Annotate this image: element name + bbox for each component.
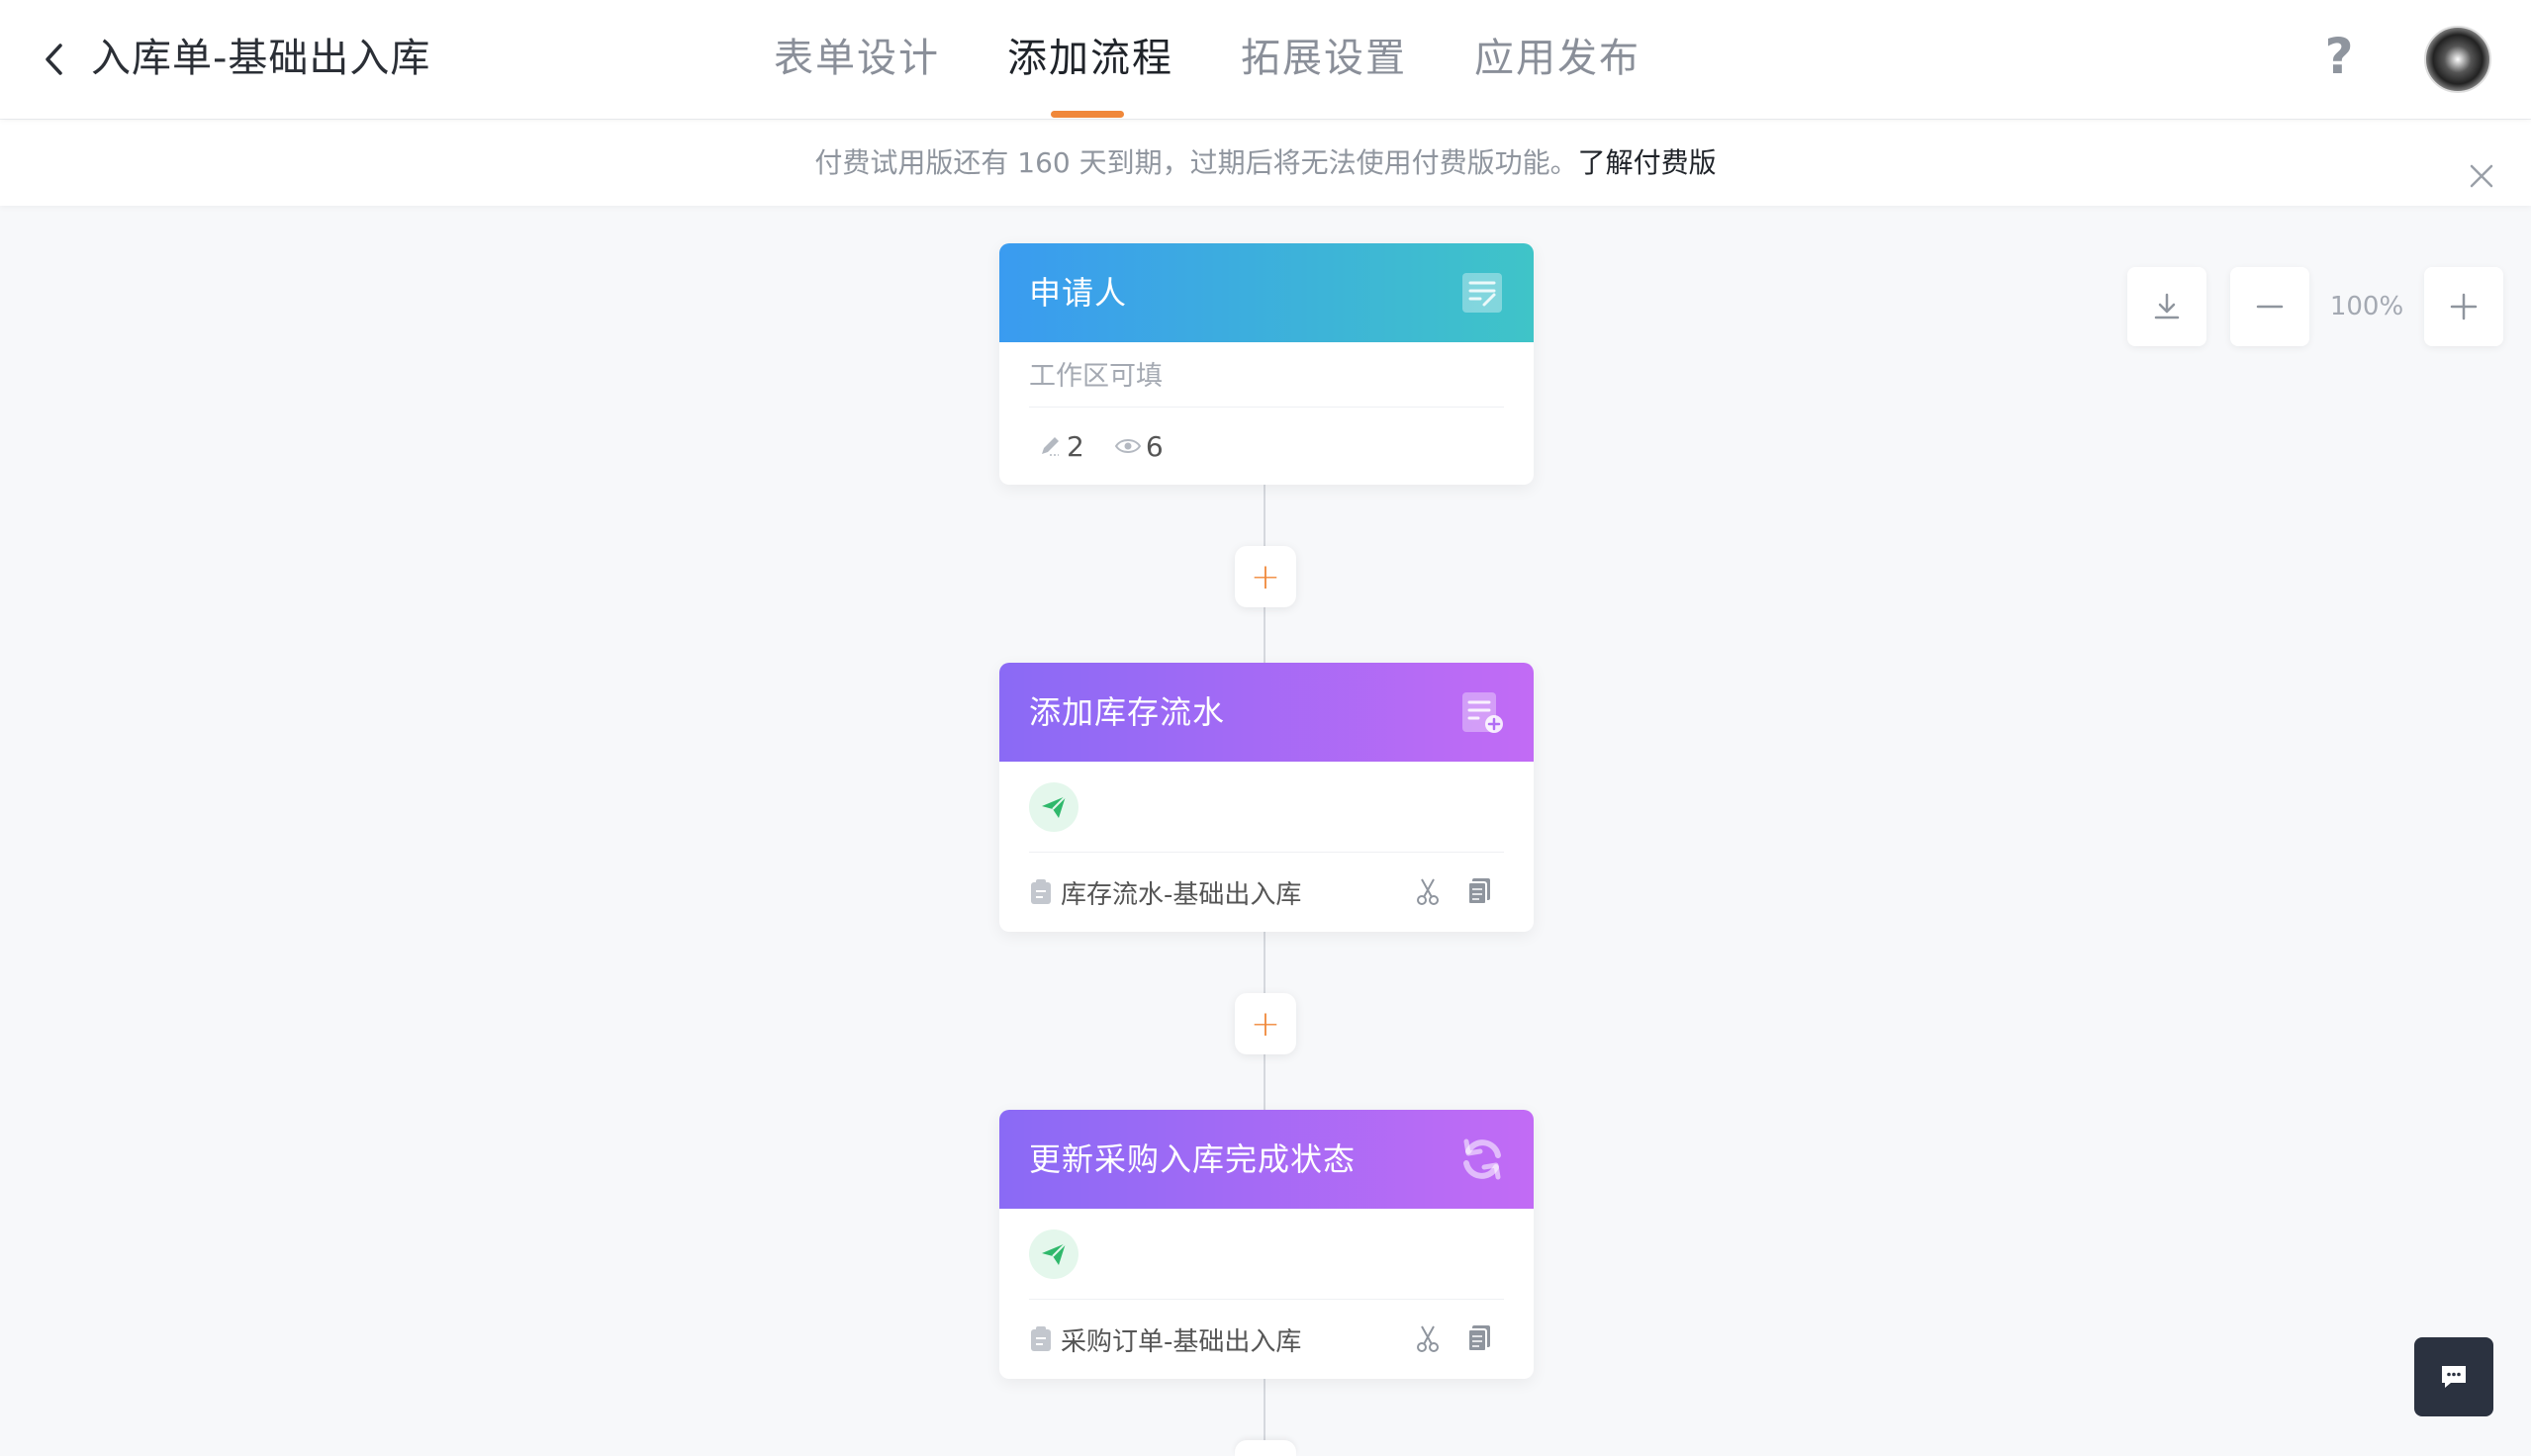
tab-app-publish[interactable]: 应用发布 xyxy=(1474,30,1640,87)
target-form-row: 采购订单-基础出入库 xyxy=(1029,1300,1504,1379)
node-header: 添加库存流水 xyxy=(999,663,1534,762)
copy-icon[interactable] xyxy=(1464,1321,1494,1355)
form-icon xyxy=(1462,273,1502,313)
page-title: 入库单-基础出入库 xyxy=(91,36,431,81)
target-form-row: 库存流水-基础出入库 xyxy=(1029,853,1504,932)
chat-icon xyxy=(2442,1366,2466,1388)
visible-count: 6 xyxy=(1145,429,1164,463)
cut-icon[interactable] xyxy=(1413,874,1443,908)
trial-notice-bar: 付费试用版还有 160 天到期，过期后将无法使用付费版功能。了解付费版 xyxy=(0,119,2531,206)
download-icon xyxy=(2154,293,2180,319)
edit-icon xyxy=(1042,437,1059,456)
copy-icon[interactable] xyxy=(1464,874,1494,908)
eye-icon xyxy=(1114,439,1142,453)
editable-count: 2 xyxy=(1067,429,1084,463)
avatar[interactable] xyxy=(2424,26,2491,93)
top-header: 入库单-基础出入库 表单设计 添加流程 拓展设置 应用发布 ? xyxy=(0,0,2531,119)
zoom-level: 100% xyxy=(2329,292,2404,321)
chat-button[interactable] xyxy=(2414,1337,2493,1416)
node-title: 申请人 xyxy=(1029,274,1128,312)
clipboard-icon xyxy=(1031,879,1051,904)
back-icon[interactable] xyxy=(36,38,71,81)
add-record-icon xyxy=(1462,692,1503,733)
trial-notice-text: 付费试用版还有 160 天到期，过期后将无法使用付费版功能。 xyxy=(814,146,1578,179)
tab-extend-settings[interactable]: 拓展设置 xyxy=(1241,30,1407,87)
active-tab-indicator xyxy=(1051,111,1124,118)
add-node-button[interactable]: + xyxy=(1235,546,1296,607)
node-subtitle: 工作区可填 xyxy=(1029,342,1504,408)
add-node-button[interactable] xyxy=(1235,1440,1296,1456)
node-header: 更新采购入库完成状态 xyxy=(999,1110,1534,1209)
add-inventory-flow-node[interactable]: 添加库存流水 库存流水-基础出入库 xyxy=(999,663,1534,932)
minus-icon xyxy=(2256,305,2284,309)
plus-icon xyxy=(2450,293,2478,320)
send-icon xyxy=(1029,781,1078,832)
node-title: 更新采购入库完成状态 xyxy=(1029,1140,1357,1178)
node-header: 申请人 xyxy=(999,243,1534,342)
target-form-name: 采购订单-基础出入库 xyxy=(1061,1326,1302,1357)
target-form-name: 库存流水-基础出入库 xyxy=(1061,879,1302,910)
send-icon xyxy=(1029,1228,1078,1279)
tab-form-design[interactable]: 表单设计 xyxy=(774,30,940,87)
clipboard-icon xyxy=(1031,1326,1051,1351)
zoom-out-button[interactable] xyxy=(2230,267,2309,346)
node-title: 添加库存流水 xyxy=(1029,693,1226,731)
update-purchase-status-node[interactable]: 更新采购入库完成状态 采购订单-基础出入库 xyxy=(999,1110,1534,1379)
tab-add-flow[interactable]: 添加流程 xyxy=(1007,30,1173,87)
add-node-button[interactable]: + xyxy=(1235,993,1296,1054)
refresh-icon xyxy=(1463,1138,1501,1180)
applicant-node[interactable]: 申请人 工作区可填 2 6 xyxy=(999,243,1534,485)
zoom-in-button[interactable] xyxy=(2424,267,2503,346)
download-button[interactable] xyxy=(2127,267,2206,346)
cut-icon[interactable] xyxy=(1413,1321,1443,1355)
action-row xyxy=(1029,1209,1504,1300)
help-icon[interactable]: ? xyxy=(2317,28,2361,85)
close-icon[interactable] xyxy=(2462,143,2501,188)
field-permission-stats: 2 6 xyxy=(1029,408,1504,485)
learn-paid-link[interactable]: 了解付费版 xyxy=(1578,146,1717,179)
action-row xyxy=(1029,762,1504,853)
